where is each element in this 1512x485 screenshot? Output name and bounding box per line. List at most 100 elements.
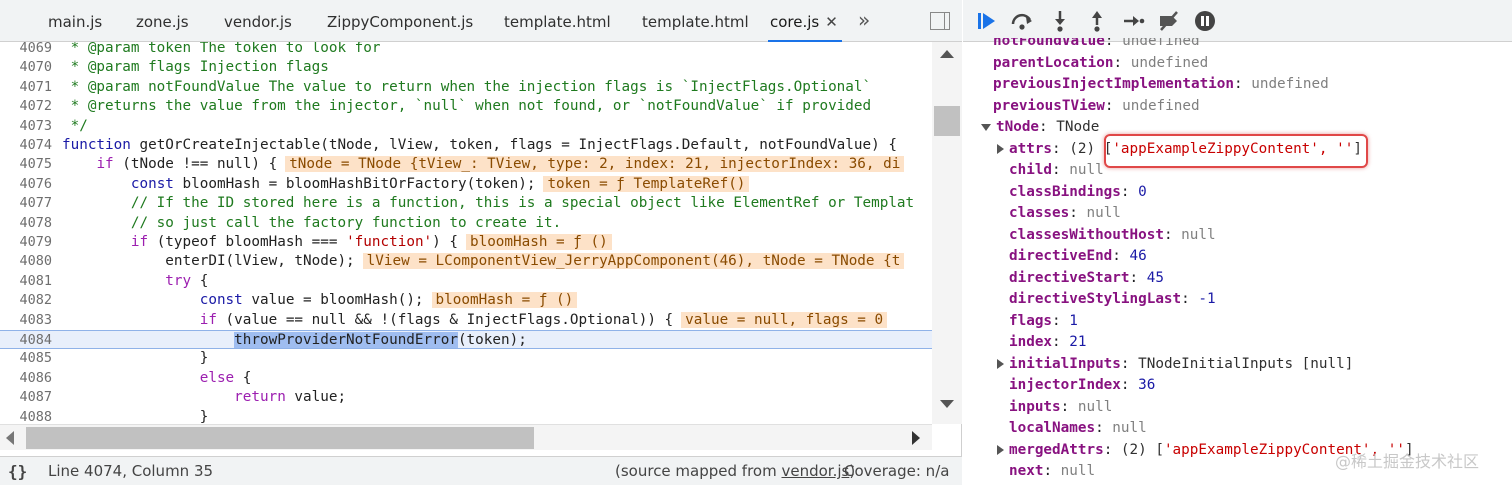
code-text: * @param flags Injection flags [62,59,329,76]
line-number[interactable]: 4077 [0,194,52,213]
line-number[interactable]: 4071 [0,78,52,97]
line-number[interactable]: 4088 [0,408,52,424]
code-line[interactable]: 4079 if (typeof bloomHash === 'function'… [0,233,932,252]
editor-status-bar: {} Line 4074, Column 35 (source mapped f… [0,456,962,485]
scope-property-flags[interactable]: flags: 1 [1009,311,1078,333]
tab-zippy-component-js[interactable]: ZippyComponent.js [325,0,475,41]
line-number[interactable]: 4078 [0,214,52,233]
line-number[interactable]: 4081 [0,272,52,291]
collapsed-arrow-icon[interactable] [997,444,1004,455]
tab-main-js[interactable]: main.js [46,0,104,41]
source-file-link[interactable]: vendor.js [781,462,849,480]
horizontal-scroll-thumb[interactable] [26,427,534,449]
scope-property-child[interactable]: child: null [1009,160,1104,182]
line-number[interactable]: 4079 [0,233,52,252]
code-text: } [62,408,209,424]
code-line[interactable]: 4080 enterDI(lView, tNode); lView = LComp… [0,252,932,271]
line-content: function getOrCreateInjectable(tNode, lV… [62,136,897,155]
property-separator: : [1129,269,1147,286]
line-number[interactable]: 4082 [0,291,52,310]
line-number[interactable]: 4076 [0,175,52,194]
tab-vendor-js[interactable]: vendor.js [222,0,294,41]
line-number[interactable]: 4075 [0,155,52,174]
code-line[interactable]: 4088 } [0,408,932,424]
property-value: undefined [1251,76,1329,92]
code-line[interactable]: 4070 * @param flags Injection flags [0,58,932,77]
code-line[interactable]: 4069 * @param token The token to look fo… [0,42,932,58]
line-number[interactable]: 4085 [0,349,52,368]
tab-core-js[interactable]: core.js ✕ [768,0,842,42]
vertical-scrollbar[interactable] [932,42,962,424]
code-line[interactable]: 4074 function getOrCreateInjectable(tNode… [0,136,932,155]
step-into-icon[interactable] [1047,8,1073,34]
code-view[interactable]: 4069 * @param token The token to look fo… [0,42,932,424]
tab-template-html[interactable]: template.html [502,0,613,41]
expanded-arrow-icon[interactable] [981,123,991,131]
tab-zone-js[interactable]: zone.js [134,0,191,41]
code-line[interactable]: 4083 if (value == null && !(flags & Inje… [0,311,932,330]
scope-property-next[interactable]: next: null [1009,461,1095,483]
code-line[interactable]: 4087 return value; [0,388,932,407]
scope-property-initialInputs[interactable]: initialInputs: TNodeInitialInputs [null] [997,354,1353,376]
scope-property-classes[interactable]: classes: null [1009,203,1121,225]
code-line[interactable]: 4072 * @returns the value from the injec… [0,97,932,116]
collapsed-arrow-icon[interactable] [997,143,1004,154]
scroll-up-arrow-icon[interactable] [940,50,954,58]
scope-property-inputs[interactable]: inputs: null [1009,397,1112,419]
line-content: if (typeof bloomHash === 'function') {bl… [62,233,612,252]
toggle-sidebar-icon[interactable] [930,12,950,30]
pretty-print-icon[interactable]: {} [8,457,27,485]
scope-property-classesWithoutHost[interactable]: classesWithoutHost: null [1009,225,1216,247]
scroll-down-arrow-icon[interactable] [940,400,954,408]
scope-property-directiveEnd[interactable]: directiveEnd: 46 [1009,246,1147,268]
scope-property-previousInjectImplementation[interactable]: previousInjectImplementation: undefined [993,74,1329,96]
code-line[interactable]: 4075 if (tNode !== null) {tNode = TNode … [0,155,932,174]
line-number[interactable]: 4070 [0,58,52,77]
collapsed-arrow-icon[interactable] [997,358,1004,369]
scroll-left-arrow-icon[interactable] [6,431,14,445]
line-number[interactable]: 4073 [0,117,52,136]
tab-template-html-2[interactable]: template.html [640,0,751,41]
scroll-right-arrow-icon[interactable] [912,431,920,445]
line-number[interactable]: 4084 [0,331,52,350]
vertical-scroll-thumb[interactable] [934,106,960,136]
code-line[interactable]: 4082 const value = bloomHash(); bloomHash… [0,291,932,310]
code-line[interactable]: 4081 try { [0,272,932,291]
step-icon[interactable] [1120,8,1146,34]
scope-property-notFoundValue[interactable]: notFoundValue: undefined [993,38,1200,53]
more-tabs-icon[interactable]: » [858,8,870,32]
line-number[interactable]: 4083 [0,311,52,330]
deactivate-breakpoints-icon[interactable] [1156,8,1182,34]
code-line[interactable]: 4073 */ [0,117,932,136]
line-number[interactable]: 4080 [0,252,52,271]
code-line[interactable]: 4084 throwProviderNotFoundError(token); [0,330,932,350]
scope-property-previousTView[interactable]: previousTView: undefined [993,96,1200,118]
pause-on-exceptions-icon[interactable] [1192,8,1218,34]
close-icon[interactable]: ✕ [825,13,838,31]
line-number[interactable]: 4069 [0,42,52,58]
scope-property-tNode[interactable]: tNode: TNode [981,117,1099,139]
code-line[interactable]: 4071 * @param notFoundValue The value to… [0,78,932,97]
code-line[interactable]: 4077 // If the ID stored here is a funct… [0,194,932,213]
line-number[interactable]: 4086 [0,369,52,388]
scope-property-directiveStylingLast[interactable]: directiveStylingLast: -1 [1009,289,1216,311]
scope-property-localNames[interactable]: localNames: null [1009,418,1147,440]
line-number[interactable]: 4074 [0,136,52,155]
resume-icon[interactable] [973,8,999,34]
scope-property-parentLocation[interactable]: parentLocation: undefined [993,53,1208,75]
code-line[interactable]: 4086 else { [0,369,932,388]
scope-property-injectorIndex[interactable]: injectorIndex: 36 [1009,375,1155,397]
step-out-icon[interactable] [1084,8,1110,34]
code-line[interactable]: 4085 } [0,349,932,368]
code-line[interactable]: 4078 // so just call the factory functio… [0,214,932,233]
line-content: if (tNode !== null) {tNode = TNode {tVie… [62,155,905,174]
line-number[interactable]: 4072 [0,97,52,116]
line-number[interactable]: 4087 [0,388,52,407]
code-line[interactable]: 4076 const bloomHash = bloomHashBitOrFac… [0,175,932,194]
scope-property-classBindings[interactable]: classBindings: 0 [1009,182,1147,204]
step-over-icon[interactable] [1009,8,1035,34]
scope-property-directiveStart[interactable]: directiveStart: 45 [1009,268,1164,290]
horizontal-scrollbar[interactable] [0,424,932,450]
scope-property-index[interactable]: index: 21 [1009,332,1086,354]
